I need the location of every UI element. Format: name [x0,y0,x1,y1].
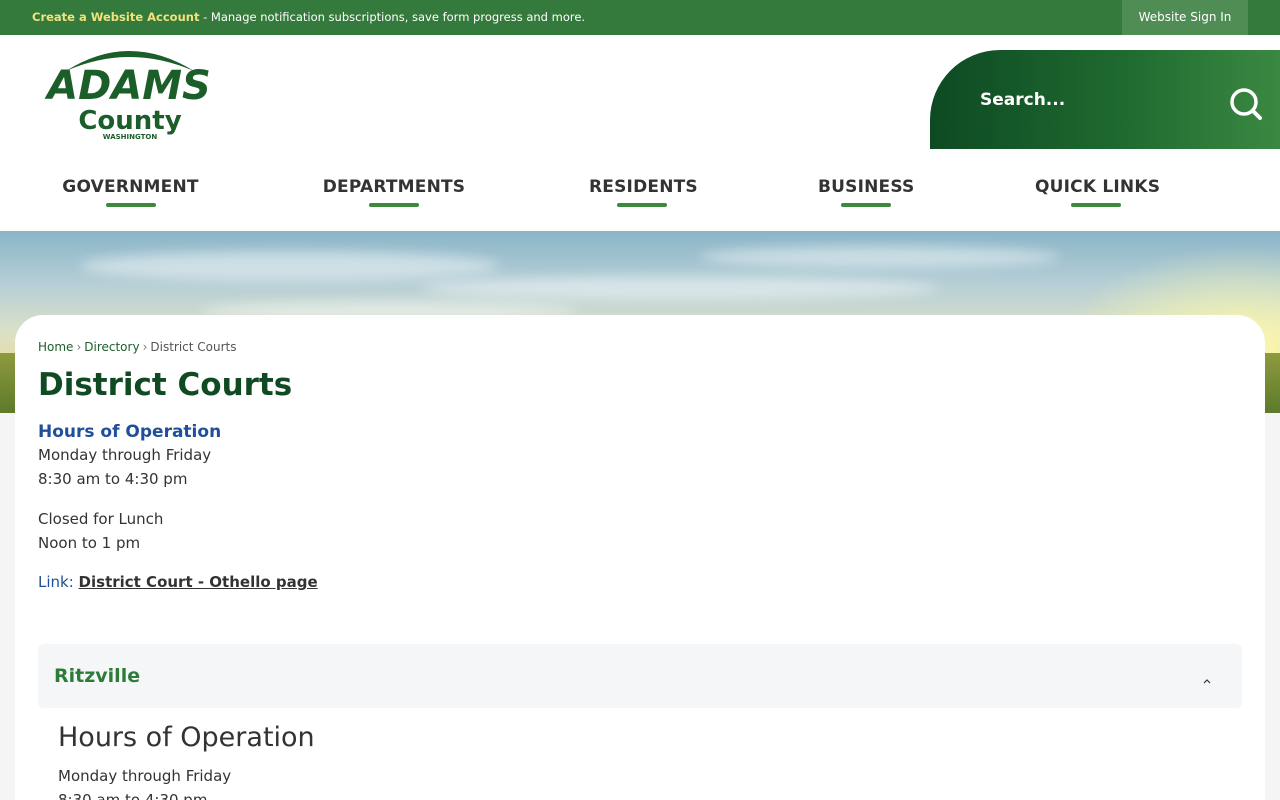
site-header: ADAMS County WASHINGTON Search... GOVERN… [0,35,1280,231]
nav-label: DEPARTMENTS [322,177,466,197]
search-input[interactable]: Search... [980,90,1065,110]
nav-underline [617,203,667,207]
breadcrumb-current: District Courts [150,340,237,354]
nav-underline [369,203,419,207]
link-prefix: Link: [38,573,79,591]
hours-time: 8:30 am to 4:30 pm [38,470,188,488]
district-court-othello-link[interactable]: District Court - Othello page [79,573,318,591]
chevron-up-icon [1202,671,1212,684]
hours-days: Monday through Friday [38,446,212,464]
nav-underline [105,203,156,207]
cloud-streak [80,251,500,281]
nav-label: GOVERNMENT [62,177,199,197]
nav-item-quick-links[interactable]: QUICK LINKS [1035,177,1161,217]
hours-heading: Hours of Operation [38,422,222,442]
website-sign-in-button[interactable]: Website Sign In [1122,0,1248,35]
cloud-streak [420,276,940,300]
breadcrumb-separator: › [76,340,82,354]
ritzville-hours-time: 8:30 am to 4:30 pm [58,791,208,800]
logo-text-county: County [78,106,181,136]
lunch-label: Closed for Lunch [38,510,164,528]
top-utility-bar: Create a Website Account - Manage notifi… [0,0,1280,35]
nav-label: QUICK LINKS [1035,177,1161,197]
othello-link-line: Link: District Court - Othello page [38,573,318,591]
nav-item-departments[interactable]: DEPARTMENTS [322,177,466,217]
create-account-link[interactable]: Create a Website Account [32,10,199,24]
logo-text-adams: ADAMS [44,63,211,109]
breadcrumb-home[interactable]: Home [38,340,73,354]
nav-item-government[interactable]: GOVERNMENT [62,177,199,217]
site-search[interactable]: Search... [930,50,1280,149]
account-message-text: - Manage notification subscriptions, sav… [199,10,586,24]
breadcrumb-directory[interactable]: Directory [84,340,139,354]
logo-text-washington: WASHINGTON [103,133,158,141]
nav-item-residents[interactable]: RESIDENTS [589,177,698,217]
accordion-ritzville[interactable]: Ritzville [38,644,1242,708]
accordion-label: Ritzville [54,665,141,687]
page-title: District Courts [38,367,293,403]
breadcrumb-separator: › [142,340,148,354]
adams-county-logo[interactable]: ADAMS County WASHINGTON [44,41,214,141]
main-navigation: GOVERNMENT DEPARTMENTS RESIDENTS BUSINES… [0,177,1280,217]
nav-underline [1071,203,1121,207]
lunch-time: Noon to 1 pm [38,534,141,552]
nav-label: RESIDENTS [589,177,698,197]
cloud-streak [700,246,1060,268]
search-icon[interactable] [1228,86,1264,122]
account-message: Create a Website Account - Manage notifi… [32,10,585,24]
content-card: Home › Directory › District Courts District … [15,315,1265,800]
nav-underline [840,203,891,207]
ritzville-hours-days: Monday through Friday [58,767,232,785]
nav-item-business[interactable]: BUSINESS [818,177,915,217]
breadcrumb: Home › Directory › District Courts [38,340,237,354]
ritzville-hours-heading: Hours of Operation [58,722,315,753]
nav-label: BUSINESS [818,177,915,197]
